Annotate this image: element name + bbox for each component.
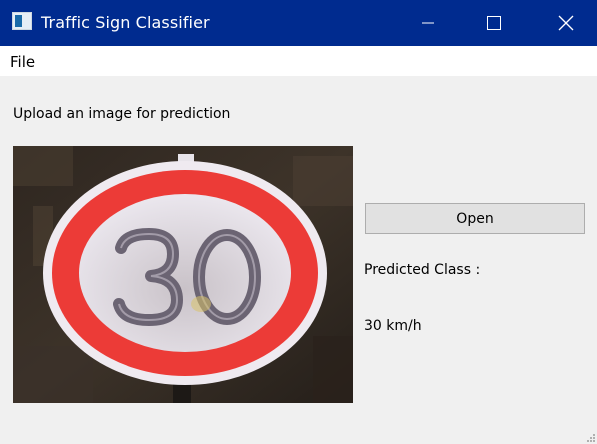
window-title: Traffic Sign Classifier — [41, 13, 210, 32]
title-bar[interactable]: Traffic Sign Classifier — [0, 0, 597, 46]
app-window: Traffic Sign Classifier File Upload an i… — [0, 0, 597, 444]
main-content: Upload an image for prediction Open Pred… — [0, 76, 597, 444]
app-window-icon[interactable] — [12, 12, 32, 30]
minimize-icon — [422, 22, 434, 24]
uploaded-image — [13, 146, 353, 403]
maximize-button[interactable] — [471, 0, 517, 46]
menu-file[interactable]: File — [8, 52, 37, 72]
speed-limit-sign-image — [13, 146, 353, 403]
open-button[interactable]: Open — [365, 203, 585, 234]
close-icon — [558, 15, 574, 31]
close-button[interactable] — [543, 0, 589, 46]
menu-bar: File — [0, 46, 597, 76]
maximize-icon — [487, 16, 501, 30]
upload-instruction-label: Upload an image for prediction — [13, 106, 231, 122]
resize-grip-icon[interactable] — [585, 432, 595, 442]
predicted-class-value: 30 km/h — [364, 318, 422, 334]
minimize-button[interactable] — [405, 0, 451, 46]
predicted-class-label: Predicted Class : — [364, 262, 481, 278]
